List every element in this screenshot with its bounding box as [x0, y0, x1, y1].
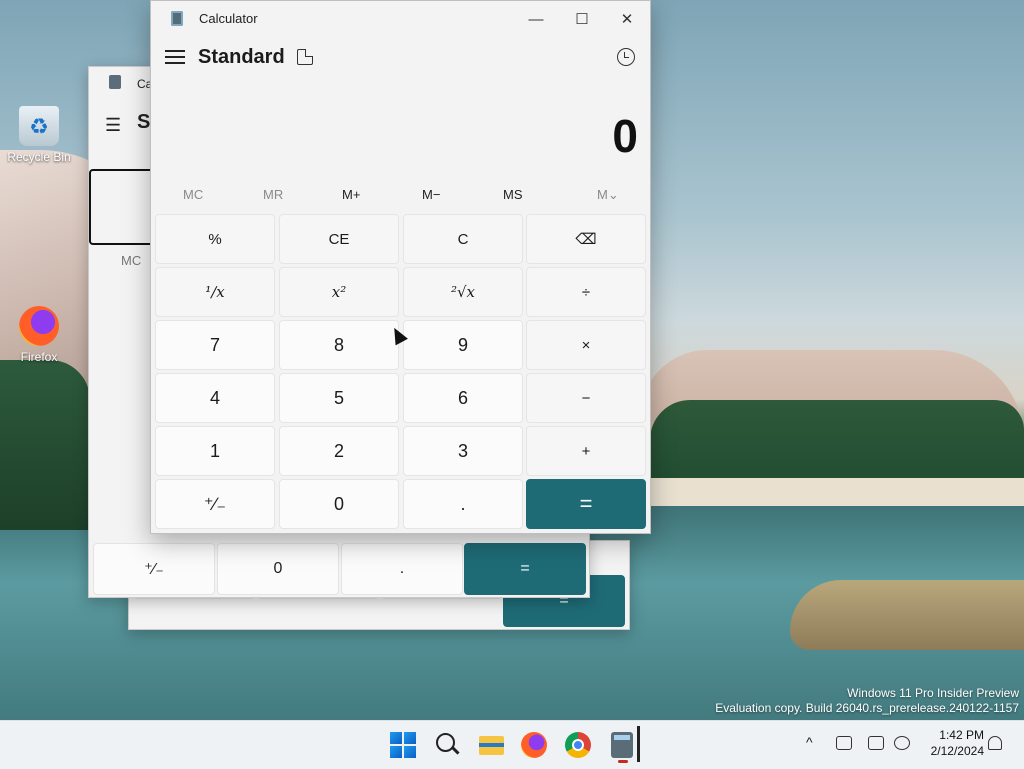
wallpaper-beach [650, 478, 1024, 506]
clear-button[interactable]: C [403, 214, 523, 264]
chrome-icon[interactable] [565, 732, 591, 758]
bg-key-equals: = [464, 543, 586, 595]
digit-8-button[interactable]: 8 [279, 320, 399, 370]
search-icon[interactable] [434, 731, 462, 759]
maximize-button[interactable]: ☐ [559, 5, 605, 33]
bg-key-negate: ⁺∕₋ [93, 543, 215, 595]
close-button[interactable]: ✕ [604, 5, 650, 33]
reciprocal-button[interactable]: ¹∕x [155, 267, 275, 317]
active-app-indicator [618, 760, 628, 763]
show-desktop-separator [637, 726, 640, 762]
multiply-button[interactable]: × [526, 320, 646, 370]
display-box [89, 169, 157, 245]
memory-list-button[interactable]: M⌄ [597, 187, 619, 203]
divide-button[interactable]: ÷ [526, 267, 646, 317]
wallpaper-trees-left [0, 360, 90, 530]
show-hidden-icons-chevron-icon[interactable]: ^ [806, 734, 813, 750]
start-icon[interactable] [390, 732, 416, 758]
desktop-icon-firefox[interactable]: Firefox [1, 306, 77, 364]
square-label: x² [331, 283, 347, 301]
bg-key-decimal: . [341, 543, 463, 595]
system-clock[interactable]: 1:42 PM 2/12/2024 [916, 727, 984, 759]
calculator-app-icon [109, 75, 121, 89]
reciprocal-label: ¹∕x [205, 283, 225, 301]
os-watermark: Windows 11 Pro Insider Preview Evaluatio… [715, 686, 1019, 716]
percent-button[interactable]: % [155, 214, 275, 264]
result-display: 0 [612, 110, 638, 162]
digit-9-button[interactable]: 9 [403, 320, 523, 370]
digit-5-button[interactable]: 5 [279, 373, 399, 423]
wallpaper-grass [790, 580, 1024, 650]
history-icon[interactable] [617, 48, 635, 66]
digit-3-button[interactable]: 3 [403, 426, 523, 476]
window-title: Calculator [199, 11, 258, 26]
file-explorer-icon[interactable] [478, 731, 506, 759]
hamburger-menu-icon: ☰ [105, 115, 122, 135]
square-root-label: ²√x [450, 283, 476, 301]
bg-key-0: 0 [217, 543, 339, 595]
digit-6-button[interactable]: 6 [403, 373, 523, 423]
mode-title: Standard [198, 46, 285, 68]
minimize-button[interactable]: — [513, 5, 559, 33]
volume-icon[interactable] [894, 736, 910, 750]
digit-7-button[interactable]: 7 [155, 320, 275, 370]
calculator-icon[interactable] [611, 732, 633, 758]
square-root-button[interactable]: ²√x [403, 267, 523, 317]
desktop-icon-recycle-bin[interactable]: Recycle Bin [1, 106, 77, 164]
square-button[interactable]: x² [279, 267, 399, 317]
memory-clear-button: MC [121, 253, 142, 268]
firefox-icon[interactable] [521, 732, 547, 758]
calculator-window[interactable]: Calculator — ☐ ✕ Standard 0 MC MR M+ M− … [150, 0, 651, 534]
digit-0-button[interactable]: 0 [279, 479, 399, 529]
memory-subtract-button[interactable]: M− [422, 187, 440, 202]
subtract-button[interactable]: − [526, 373, 646, 423]
digit-4-button[interactable]: 4 [155, 373, 275, 423]
digit-1-button[interactable]: 1 [155, 426, 275, 476]
watermark-line-1: Windows 11 Pro Insider Preview [847, 686, 1019, 700]
memory-recall-button[interactable]: MR [263, 187, 283, 202]
memory-clear-button[interactable]: MC [183, 187, 203, 202]
firefox-icon [19, 306, 59, 346]
memory-store-button[interactable]: MS [503, 187, 523, 202]
recycle-bin-icon [19, 106, 59, 146]
notification-bell-icon[interactable] [988, 736, 1002, 750]
calculator-app-icon [171, 11, 183, 26]
equals-button[interactable]: = [526, 479, 646, 529]
clear-entry-button[interactable]: CE [279, 214, 399, 264]
desktop-icon-label: Recycle Bin [7, 150, 71, 164]
display-icon[interactable] [868, 736, 884, 750]
clock-time: 1:42 PM [939, 728, 984, 742]
keep-on-top-icon[interactable] [297, 49, 313, 65]
backspace-button[interactable]: ⌫ [526, 214, 646, 264]
digit-2-button[interactable]: 2 [279, 426, 399, 476]
network-icon[interactable] [836, 736, 852, 750]
hamburger-menu-icon[interactable] [165, 47, 185, 67]
decimal-button[interactable]: . [403, 479, 523, 529]
watermark-line-2: Evaluation copy. Build 26040.rs_prerelea… [715, 701, 1019, 715]
clock-date: 2/12/2024 [930, 744, 984, 758]
desktop-icon-label: Firefox [20, 350, 58, 364]
negate-button[interactable]: ⁺∕₋ [155, 479, 275, 529]
add-button[interactable]: + [526, 426, 646, 476]
memory-add-button[interactable]: M+ [342, 187, 360, 202]
